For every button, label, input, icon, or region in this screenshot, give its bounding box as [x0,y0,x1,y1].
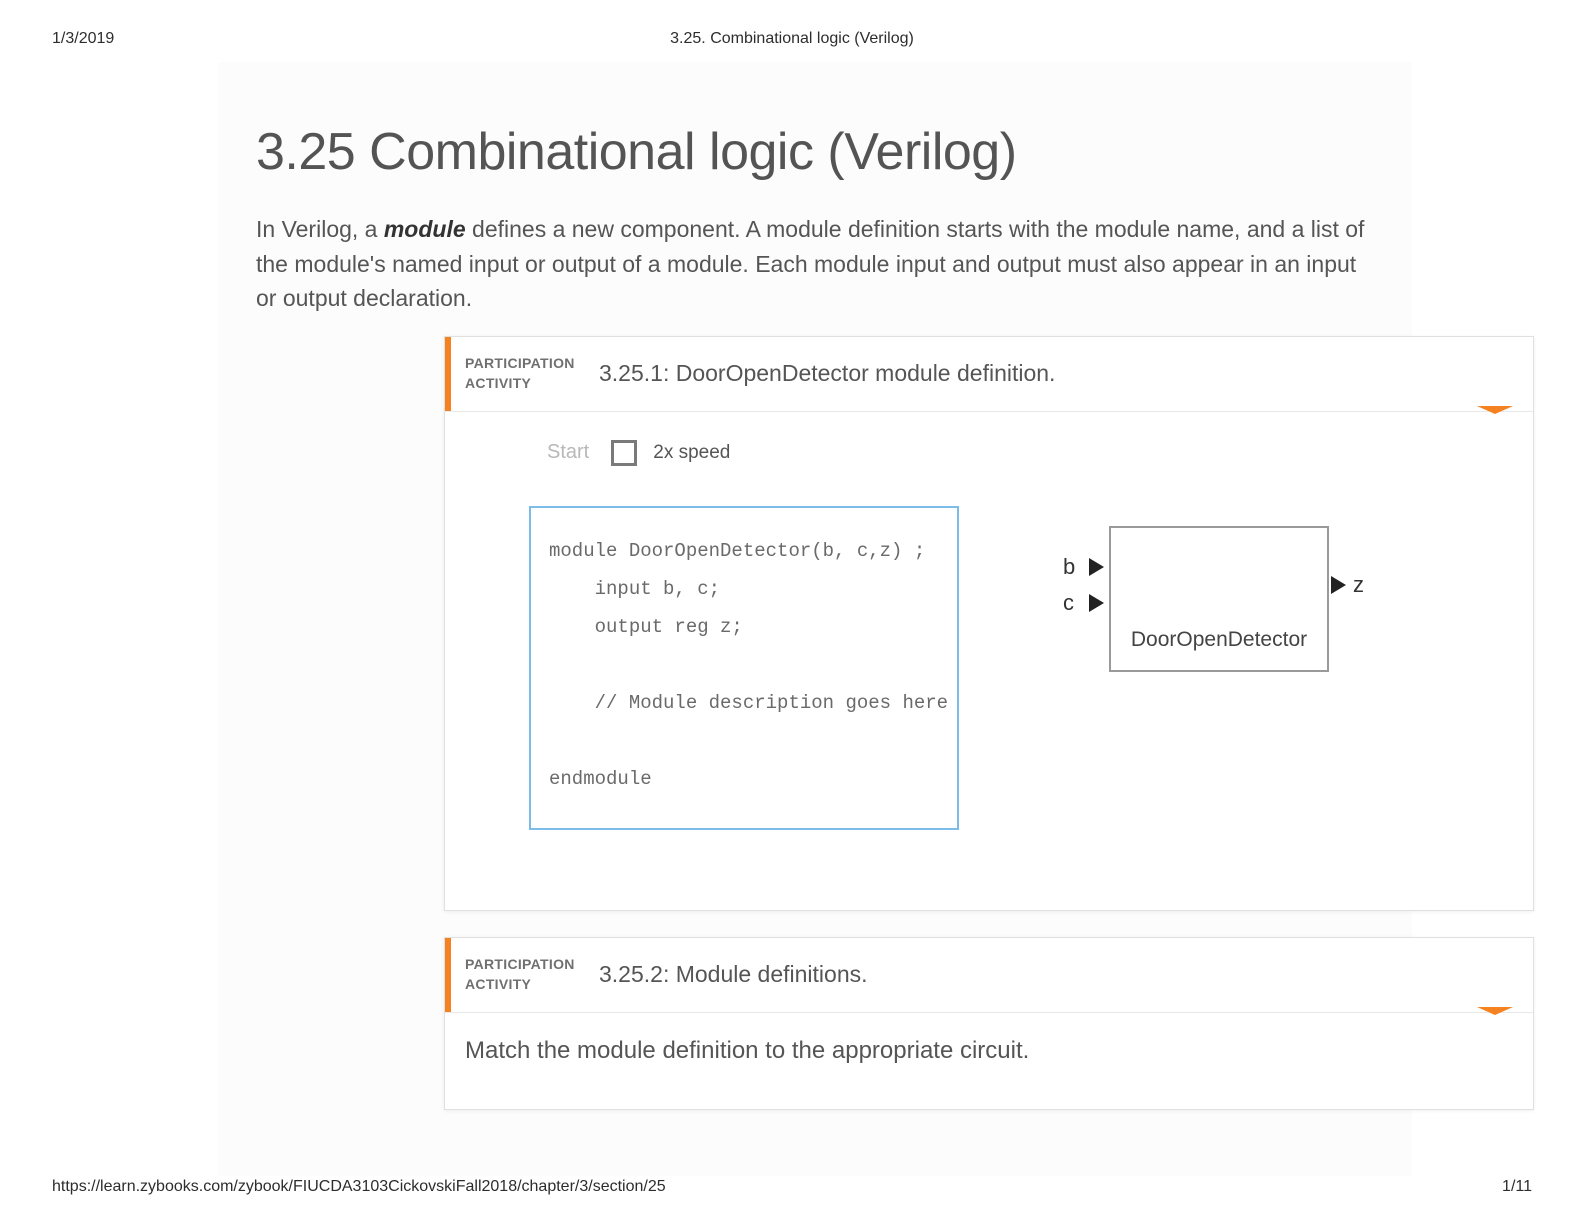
activity-card-1: PARTICIPATION ACTIVITY 3.25.1: DoorOpenD… [444,336,1534,911]
start-button[interactable]: Start [547,441,589,464]
module-diagram: b c DoorOpenDetector z [1029,516,1369,706]
activity-title-2: 3.25.2: Module definitions. [599,961,868,988]
animation-controls: Start 2x speed [547,440,1509,466]
activity-card-2: PARTICIPATION ACTIVITY 3.25.2: Module de… [444,937,1534,1110]
print-url: https://learn.zybooks.com/zybook/FIUCDA3… [52,1178,666,1196]
print-page: 1/11 [1502,1178,1532,1196]
activity-tag-line1: PARTICIPATION [465,956,575,972]
module-box-label: DoorOpenDetector [1131,628,1307,652]
activity-title-1: 3.25.1: DoorOpenDetector module definiti… [599,360,1055,387]
page-title: 3.25 Combinational logic (Verilog) [256,122,1378,182]
print-header: 1/3/2019 3.25. Combinational logic (Veri… [0,30,1584,48]
print-date: 1/3/2019 [52,30,114,48]
module-box: DoorOpenDetector [1109,526,1329,672]
collapse-icon[interactable] [1477,1007,1513,1015]
print-footer: https://learn.zybooks.com/zybook/FIUCDA3… [0,1178,1584,1196]
activity-header-1: PARTICIPATION ACTIVITY 3.25.1: DoorOpenD… [445,337,1533,411]
collapse-icon[interactable] [1477,406,1513,414]
activity-tag-line2: ACTIVITY [465,375,531,391]
code-diagram-row: module DoorOpenDetector(b, c,z) ; input … [529,506,1509,830]
content-column: 3.25 Combinational logic (Verilog) In Ve… [218,62,1412,1176]
port-label-c: c [1063,590,1074,616]
activity-tag-line2: ACTIVITY [465,976,531,992]
intro-paragraph: In Verilog, a module defines a new compo… [256,212,1378,316]
print-title: 3.25. Combinational logic (Verilog) [670,30,914,48]
port-label-b: b [1063,554,1075,580]
activity-header-2: PARTICIPATION ACTIVITY 3.25.2: Module de… [445,938,1533,1012]
speed-checkbox[interactable] [611,440,637,466]
intro-keyword: module [384,216,466,242]
activity-tag-line1: PARTICIPATION [465,355,575,371]
port-arrow-icon [1089,558,1104,576]
activity-tag: PARTICIPATION ACTIVITY [451,955,599,994]
port-arrow-icon [1089,594,1104,612]
port-label-z: z [1353,572,1364,598]
intro-before: In Verilog, a [256,216,384,242]
activity-2-prompt: Match the module definition to the appro… [465,1037,1513,1065]
activity-body-1: Start 2x speed module DoorOpenDetector(b… [445,411,1533,910]
activity-tag: PARTICIPATION ACTIVITY [451,354,599,393]
activity-body-2: Match the module definition to the appro… [445,1012,1533,1109]
code-box: module DoorOpenDetector(b, c,z) ; input … [529,506,959,830]
port-arrow-icon [1331,576,1346,594]
speed-label: 2x speed [653,442,730,464]
